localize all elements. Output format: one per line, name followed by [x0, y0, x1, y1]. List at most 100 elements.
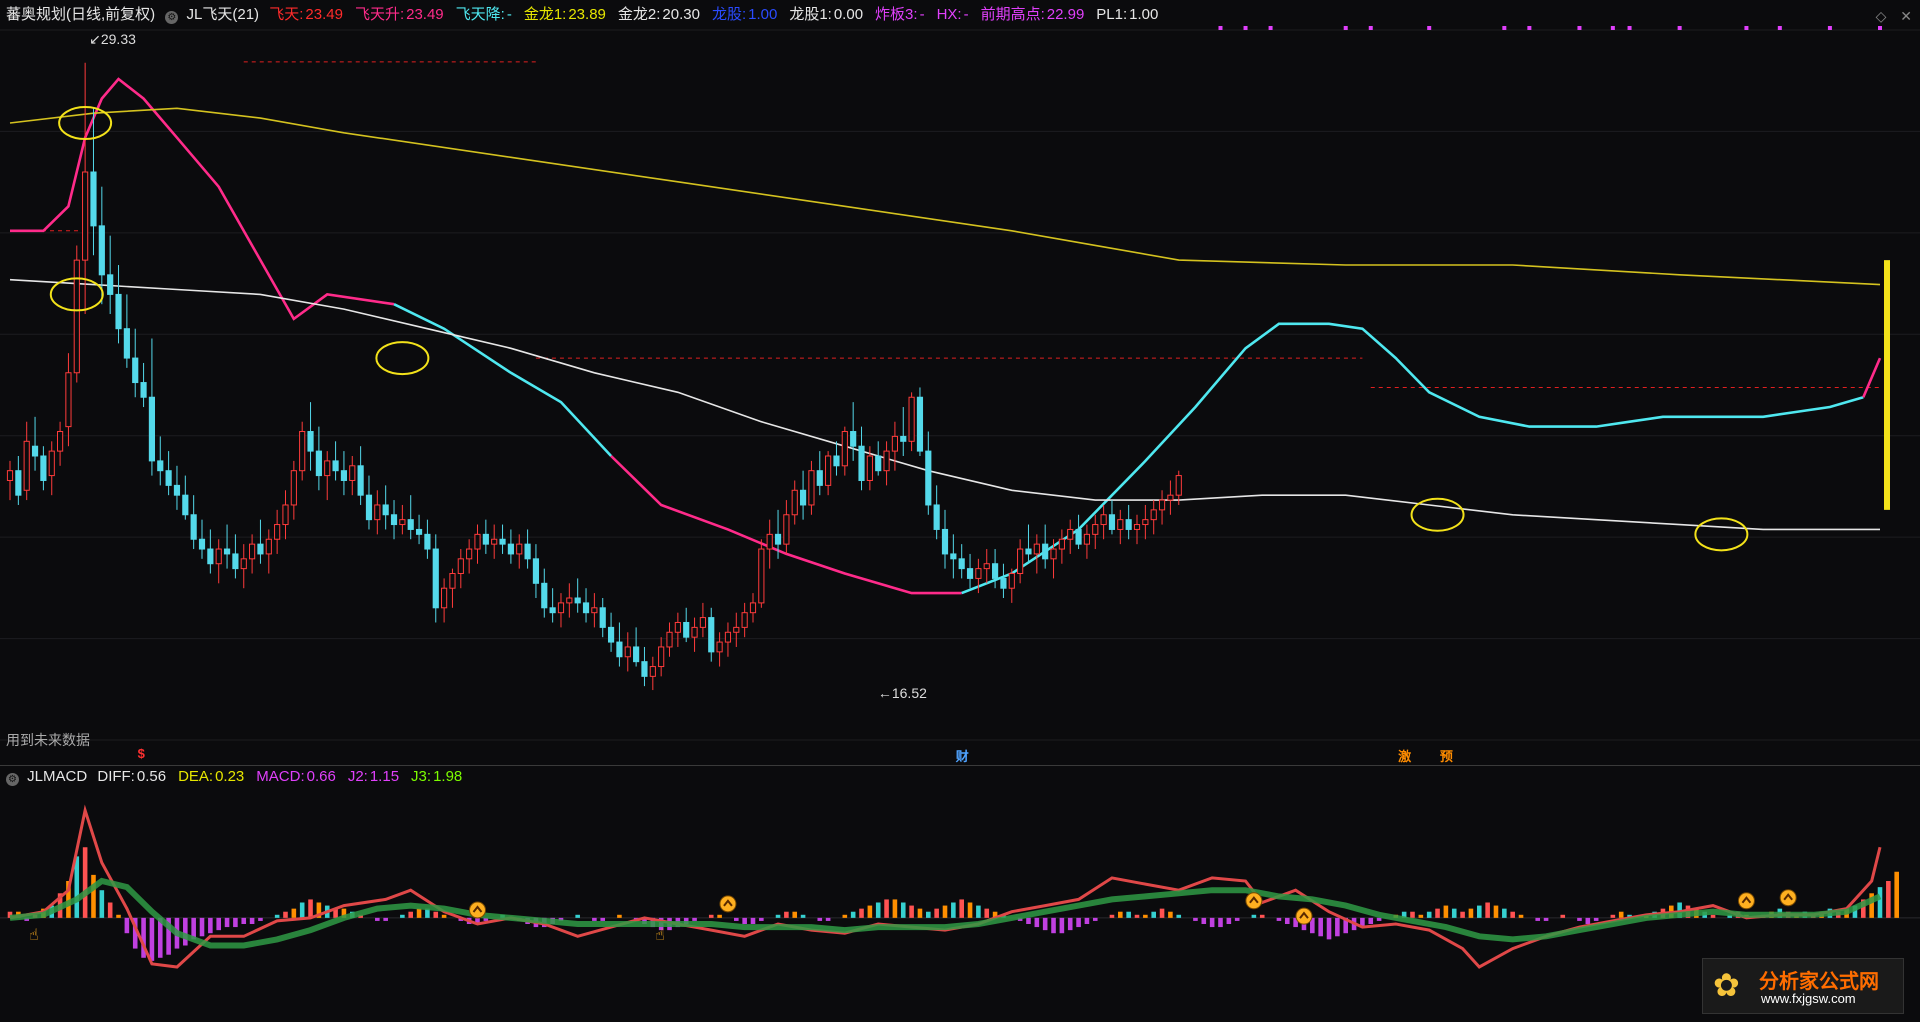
event-marker: 财: [955, 749, 969, 764]
candle-down: [1025, 548, 1032, 555]
legend-value: -: [919, 6, 925, 23]
sub-legend-label: MACD:: [256, 768, 305, 785]
macd-subchart[interactable]: ☝ ☝: [0, 765, 1920, 1022]
legend-item: 金龙1: 23.89: [524, 6, 612, 23]
signal-dot: [1527, 26, 1532, 30]
signal-dot: [1243, 26, 1248, 30]
candle-down: [532, 558, 540, 584]
signal-dot: [1343, 26, 1348, 30]
candle-up: [23, 440, 30, 491]
candle-down: [140, 382, 147, 398]
candle-up: [73, 259, 80, 374]
sub-legend-value: 1.15: [369, 768, 400, 785]
legend-value: 23.89: [568, 6, 606, 23]
legend-value: 0.00: [833, 6, 864, 23]
candle-down: [607, 626, 615, 643]
candle-down: [357, 465, 364, 496]
candle-up: [566, 597, 573, 604]
high-price-label: ↙29.33: [89, 31, 136, 47]
candle-up: [1175, 475, 1182, 496]
candle-down: [382, 504, 389, 516]
sub-legend-label: J3:: [411, 768, 432, 785]
buy-signal-icon: [469, 901, 486, 919]
candle-down: [992, 563, 999, 579]
candle-down: [549, 607, 556, 614]
event-marker: $: [137, 746, 145, 761]
candle-up: [449, 573, 456, 589]
candle-down: [390, 514, 398, 526]
buy-signal-icon: [1295, 907, 1313, 925]
legend-value: 1.00: [1129, 6, 1159, 23]
candle-down: [107, 274, 114, 295]
signal-dot: [1878, 26, 1882, 30]
event-marker: 预: [1439, 749, 1453, 764]
signal-dot: [1502, 26, 1507, 30]
sub-legend-value: 1.98: [433, 768, 463, 785]
future-data-notice: 用到未来数据: [6, 732, 90, 748]
candle-up: [758, 548, 765, 604]
candle-down: [683, 621, 690, 638]
sub-legend-item: J3: 1.98: [411, 768, 468, 785]
candle-up: [1033, 543, 1040, 555]
candle-up: [808, 470, 815, 506]
candle-down: [1075, 528, 1082, 545]
legend-label: 飞天:: [269, 6, 304, 23]
candle-down: [641, 661, 648, 677]
candle-up: [658, 646, 665, 668]
candle-down: [207, 548, 214, 565]
legend-item: 炸板3: -: [875, 6, 931, 23]
candle-down: [941, 528, 949, 555]
candle-down: [90, 171, 97, 227]
gear-icon[interactable]: ⚙: [6, 773, 19, 786]
legend-label: 金龙1:: [523, 6, 567, 23]
candle-down: [616, 641, 623, 658]
legend-item: 飞天降: -: [456, 6, 518, 23]
candle-up: [1158, 499, 1166, 511]
candle-up: [1117, 519, 1124, 530]
candle-down: [507, 543, 514, 555]
candle-down: [332, 460, 339, 472]
line-飞天: [393, 303, 613, 457]
candle-down: [424, 533, 431, 550]
candle-down: [173, 484, 181, 496]
candle-up: [1058, 538, 1065, 550]
sub-legend-item: DIFF: 0.56: [97, 768, 172, 785]
close-icon[interactable]: ✕: [1900, 8, 1912, 24]
candle-down: [98, 225, 105, 276]
legend-label: 炸板3:: [875, 6, 918, 23]
candle-down: [15, 470, 22, 496]
candle-up: [733, 626, 740, 633]
candle-down: [182, 494, 189, 516]
watermark-url: www.fxjgsw.com: [1761, 991, 1856, 1006]
candle-down: [900, 435, 907, 442]
highlight-circle: [1694, 517, 1749, 552]
candle-up: [1150, 509, 1157, 521]
indicator-name[interactable]: JL飞天(21): [187, 6, 260, 23]
sub-indicator-name[interactable]: JLMACD: [27, 768, 87, 785]
candle-down: [432, 548, 439, 609]
candle-up: [466, 548, 473, 560]
main-price-chart[interactable]: ↙29.33 ←16.52: [0, 0, 1920, 765]
diamond-icon[interactable]: ◇: [1876, 8, 1887, 24]
candle-up: [290, 470, 297, 506]
legend-value: -: [506, 6, 512, 23]
gear-icon[interactable]: ⚙: [165, 11, 179, 24]
yellow-signal-bar: [1884, 260, 1890, 510]
signal-dot: [1368, 26, 1373, 30]
legend-label: 龙股:: [711, 6, 747, 23]
candle-up: [65, 372, 72, 428]
candle-up: [557, 602, 565, 614]
hand-pointer-icon: ☝: [655, 925, 665, 944]
buy-signal-icon: [719, 895, 737, 913]
candle-up: [783, 514, 790, 545]
candle-down: [916, 396, 924, 452]
candle-up: [1083, 533, 1091, 545]
candle-up: [349, 465, 356, 481]
candle-down: [799, 489, 807, 506]
candle-up: [975, 568, 982, 579]
signal-dot: [1610, 26, 1615, 30]
candle-up: [82, 171, 89, 261]
legend-label: HX:: [936, 6, 962, 23]
legend-item: PL1: 1.00: [1096, 6, 1164, 23]
candle-down: [833, 455, 840, 467]
